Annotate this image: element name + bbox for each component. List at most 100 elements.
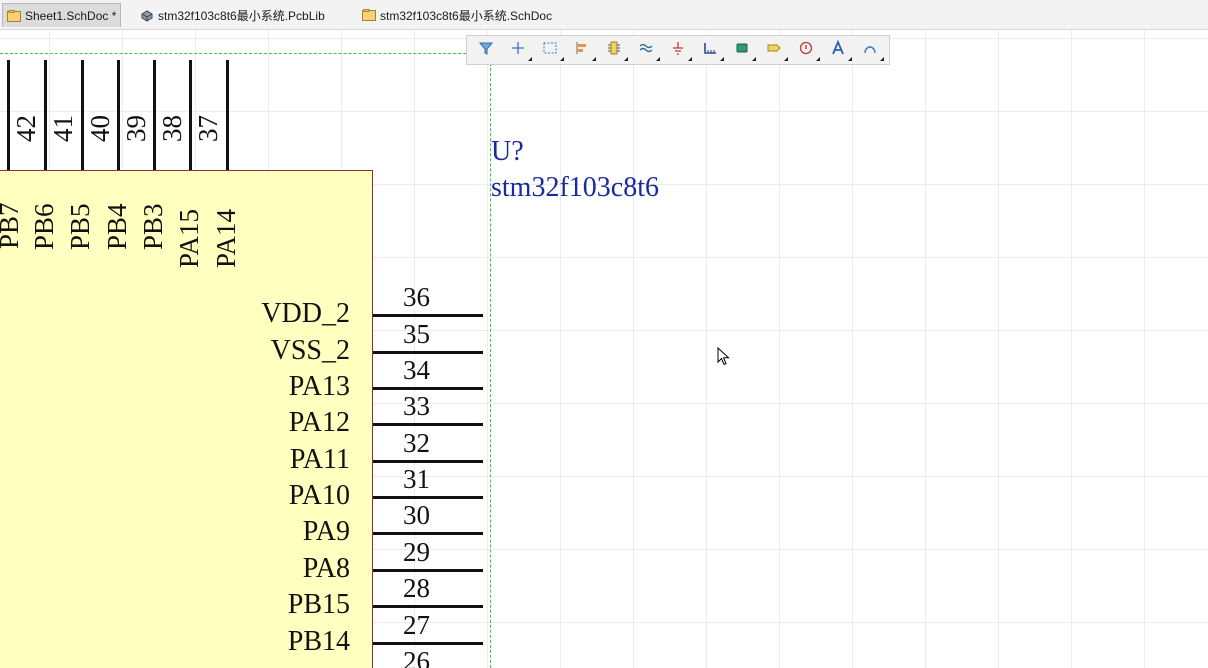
pin-name: PB3: [138, 203, 168, 250]
component-comment[interactable]: stm32f103c8t6: [491, 173, 659, 203]
schematic-canvas[interactable]: 42 41 40 39 38 37 PB7 PB6 PB5 PB4 PB3 PA…: [0, 30, 1208, 668]
dropdown-arrow-icon: [848, 57, 853, 61]
harness-button[interactable]: [729, 39, 757, 61]
pin-name: PB4: [102, 203, 132, 250]
select-rect-icon: [542, 40, 558, 61]
pin-number: 42: [11, 115, 41, 142]
document-tab-bar: Sheet1.SchDoc * stm32f103c8t6最小系统.PcbLib…: [0, 0, 1208, 30]
tab-stm32-schdoc[interactable]: stm32f103c8t6最小系统.SchDoc: [358, 3, 556, 27]
pin-name: PA12: [288, 407, 350, 438]
pin-line: [373, 460, 483, 463]
schdoc-icon: [7, 9, 21, 22]
dropdown-arrow-icon: [624, 57, 629, 61]
select-rect-button[interactable]: [537, 39, 565, 61]
pin-number: 37: [193, 115, 223, 142]
port-icon: [766, 40, 782, 61]
port-button[interactable]: [761, 39, 789, 61]
pin-name: PA9: [302, 516, 350, 547]
pin-name: PB15: [287, 589, 350, 620]
pin-name: PA14: [211, 208, 241, 268]
dropdown-arrow-icon: [816, 57, 821, 61]
pin-number: 36: [403, 282, 430, 312]
pin-line: [44, 60, 47, 170]
pin-line: [153, 60, 156, 170]
pin-number: 39: [121, 115, 151, 142]
crosshair-button[interactable]: [505, 39, 533, 61]
ground-button[interactable]: [665, 39, 693, 61]
pin-name: PA15: [174, 208, 204, 268]
pcblib-icon: [140, 9, 154, 22]
bus-icon: [702, 40, 718, 61]
text-icon: [830, 39, 846, 61]
dropdown-arrow-icon: [560, 57, 565, 61]
dropdown-arrow-icon: [784, 57, 789, 61]
mouse-cursor-icon: [717, 347, 730, 366]
pin-name: PA8: [302, 553, 350, 584]
pin-number: 32: [403, 428, 430, 458]
dropdown-arrow-icon: [752, 57, 757, 61]
pin-line: [189, 60, 192, 170]
pin-number: 40: [85, 115, 115, 142]
dropdown-arrow-icon: [720, 57, 725, 61]
dropdown-arrow-icon: [880, 57, 885, 61]
wire-icon: [638, 40, 654, 61]
pin-line: [373, 569, 483, 572]
no-erc-icon: [798, 40, 814, 61]
dropdown-arrow-icon: [656, 57, 661, 61]
pin-number: 26: [403, 646, 430, 668]
no-erc-button[interactable]: [793, 39, 821, 61]
pin-name: VSS_2: [270, 335, 350, 366]
pin-line: [81, 60, 84, 170]
tab-label: stm32f103c8t6最小系统.SchDoc: [380, 8, 553, 23]
pin-line: [117, 60, 120, 170]
pin-number: 30: [403, 500, 430, 530]
tab-label: Sheet1.SchDoc *: [25, 8, 117, 23]
dropdown-arrow-icon: [592, 57, 597, 61]
pin-name: PA11: [289, 444, 350, 475]
harness-icon: [734, 40, 750, 61]
pin-name: VDD_2: [261, 298, 350, 329]
component-button[interactable]: [601, 39, 629, 61]
align-button[interactable]: [569, 39, 597, 61]
pin-name: PB5: [65, 203, 95, 250]
pin-number: 28: [403, 573, 430, 603]
schdoc-icon: [362, 9, 376, 21]
component-icon: [606, 40, 622, 61]
pin-line: [373, 351, 483, 354]
pin-line: [226, 60, 229, 170]
text-button[interactable]: [825, 39, 853, 61]
pin-number: 35: [403, 319, 430, 349]
pin-line: [373, 496, 483, 499]
dropdown-arrow-icon: [688, 57, 693, 61]
pin-line: [7, 60, 10, 170]
component-designator[interactable]: U?: [491, 137, 524, 167]
pin-line: [373, 314, 483, 317]
dropdown-arrow-icon: [528, 57, 533, 61]
pin-name: PB6: [29, 203, 59, 250]
pin-line: [373, 532, 483, 535]
pin-number: 27: [403, 610, 430, 640]
pin-number: 38: [157, 115, 187, 142]
pin-name: PA10: [288, 480, 350, 511]
filter-icon: [478, 40, 494, 61]
crosshair-icon: [510, 40, 526, 61]
pin-number: 41: [48, 115, 78, 142]
filter-button[interactable]: [473, 39, 498, 61]
arc-icon: [862, 40, 878, 61]
pin-number: 33: [403, 391, 430, 421]
tab-pcblib[interactable]: stm32f103c8t6最小系统.PcbLib: [136, 3, 329, 27]
tab-sheet1-schdoc[interactable]: Sheet1.SchDoc *: [2, 3, 122, 27]
bus-button[interactable]: [697, 39, 725, 61]
pin-number: 34: [403, 355, 430, 385]
tab-label: stm32f103c8t6最小系统.PcbLib: [158, 8, 325, 23]
pin-number: 29: [403, 537, 430, 567]
pin-line: [373, 387, 483, 390]
pin-line: [373, 423, 483, 426]
pin-line: [373, 642, 483, 645]
active-bar-toolbar: [466, 35, 890, 65]
align-icon: [574, 40, 590, 61]
wire-button[interactable]: [633, 39, 661, 61]
ground-icon: [670, 40, 686, 61]
arc-button[interactable]: [857, 39, 885, 61]
sheet-border-top: [0, 53, 491, 54]
